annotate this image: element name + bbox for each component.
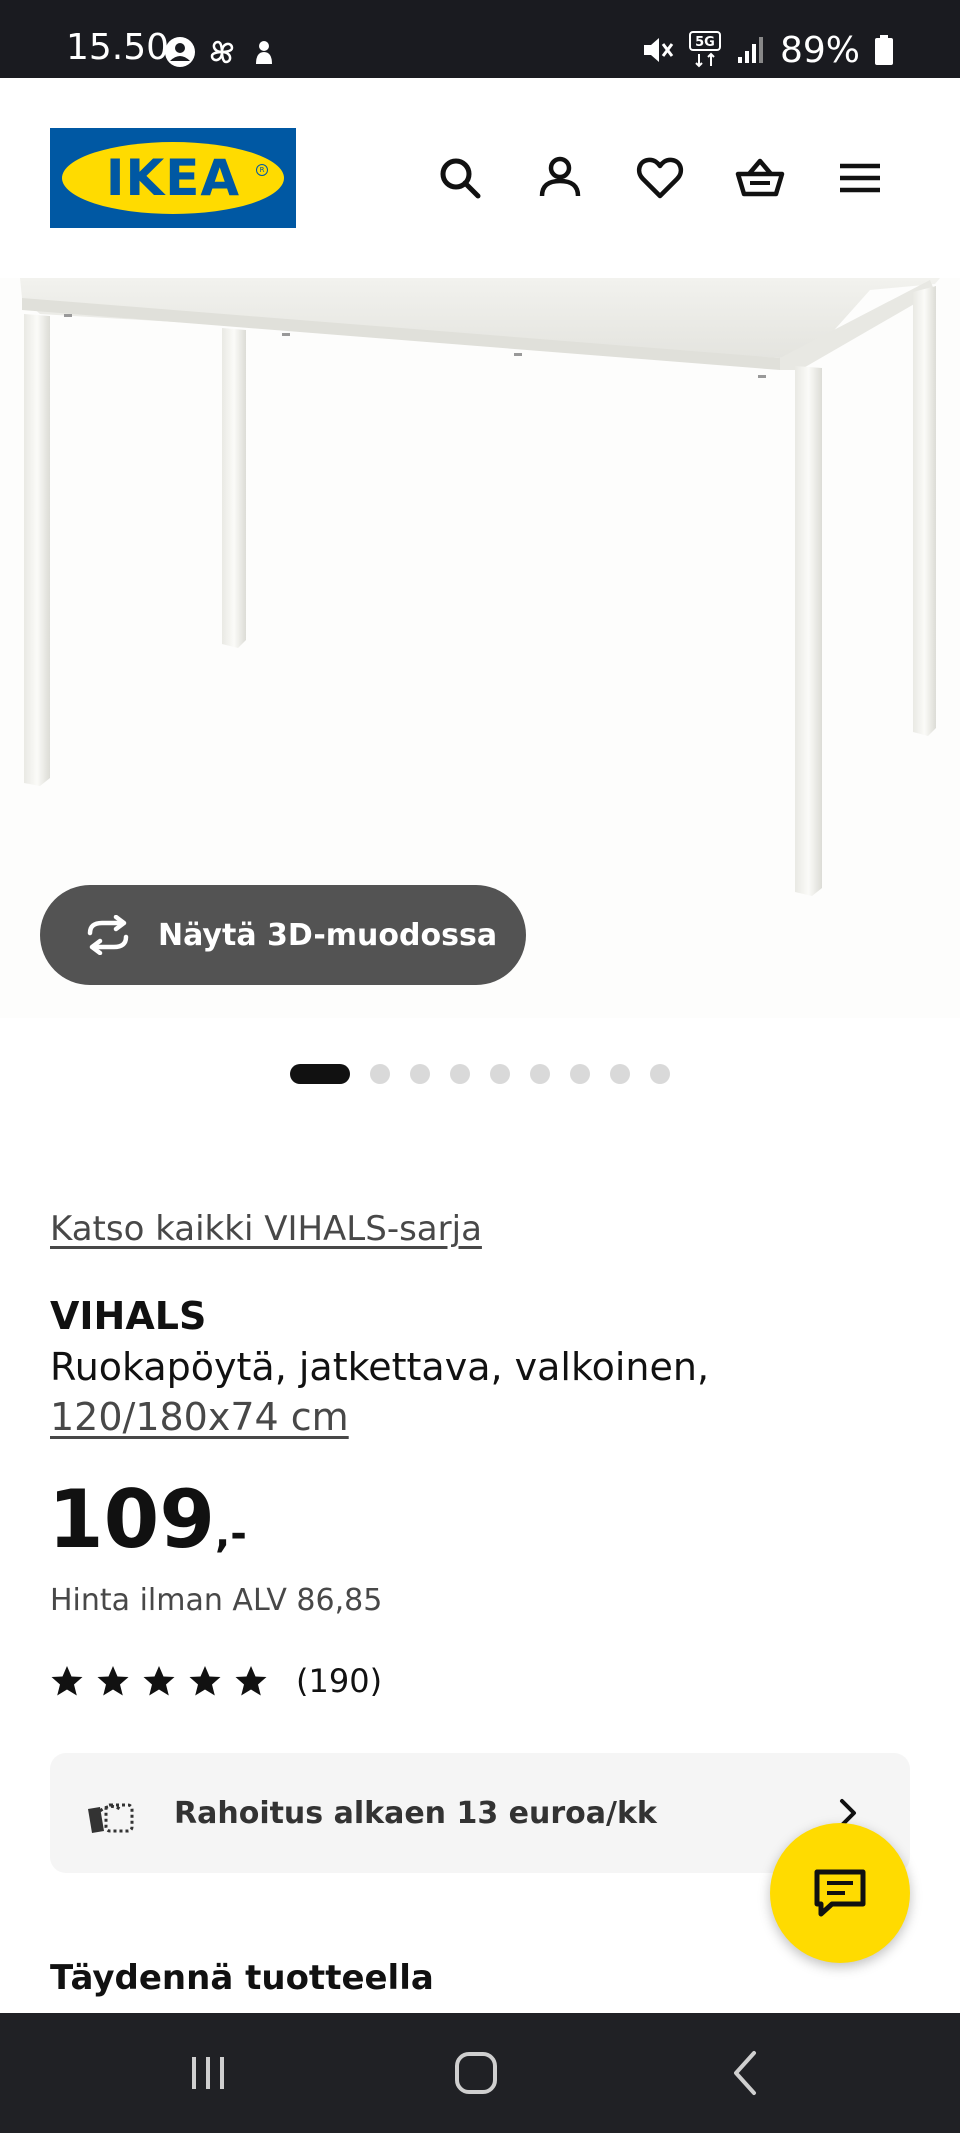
chat-button[interactable]: [770, 1823, 910, 1963]
star-icon: [97, 1666, 129, 1696]
review-count: (190): [296, 1662, 383, 1700]
pinwheel-icon: [210, 40, 234, 64]
view-3d-button[interactable]: Näytä 3D-muodossa: [40, 885, 526, 985]
gallery-dot[interactable]: [410, 1064, 430, 1084]
battery-icon: [875, 35, 893, 65]
star-icon: [143, 1666, 175, 1696]
series-link[interactable]: Katso kaikki VIHALS-sarja: [50, 1209, 482, 1249]
account-circle-icon: [165, 37, 195, 67]
battery-percent: 89%: [779, 29, 860, 71]
app-notification-icon: [256, 41, 272, 64]
price-suffix: ,-: [215, 1511, 247, 1557]
product-description-block: Ruokapöytä, jatkettava, valkoinen, 120/1…: [50, 1342, 709, 1442]
gallery-dot[interactable]: [610, 1064, 630, 1084]
gallery-dot[interactable]: [450, 1064, 470, 1084]
rotate-3d-icon: [87, 915, 129, 955]
rating[interactable]: (190): [50, 1662, 382, 1700]
gallery-dot[interactable]: [490, 1064, 510, 1084]
network-label: 5G: [695, 35, 715, 50]
signal-icon: [737, 37, 763, 63]
status-time: 15.50: [66, 27, 170, 68]
search-icon[interactable]: [434, 152, 486, 204]
recent-apps-icon[interactable]: [178, 2043, 238, 2103]
financing-icon: [88, 1803, 134, 1833]
home-icon[interactable]: [446, 2043, 506, 2103]
price: 109,-: [48, 1480, 247, 1560]
5g-icon: 5G: [688, 31, 721, 68]
star-icon: [235, 1666, 267, 1696]
gallery-dot[interactable]: [370, 1064, 390, 1084]
logo-text: IKEA: [105, 149, 241, 207]
complement-heading: Täydennä tuotteella: [50, 1958, 434, 1998]
basket-icon[interactable]: [734, 152, 786, 204]
registered-mark: R: [256, 164, 268, 176]
heart-icon[interactable]: [634, 152, 686, 204]
menu-icon[interactable]: [834, 152, 886, 204]
mute-vibrate-icon: [643, 38, 674, 62]
system-nav-bar: [0, 2013, 960, 2133]
product-name: VIHALS: [50, 1294, 207, 1338]
view-3d-label: Näytä 3D-muodossa: [158, 917, 498, 953]
back-icon[interactable]: [716, 2043, 776, 2103]
star-icon: [189, 1666, 221, 1696]
price-value: 109: [48, 1473, 215, 1566]
financing-label: Rahoitus alkaen 13 euroa/kk: [174, 1795, 657, 1831]
site-header: IKEA R: [0, 78, 960, 278]
gallery-dot-active[interactable]: [290, 1064, 350, 1084]
product-description: Ruokapöytä, jatkettava, valkoinen,: [50, 1345, 710, 1389]
gallery-dot[interactable]: [530, 1064, 550, 1084]
price-excl-vat: Hinta ilman ALV 86,85: [50, 1583, 383, 1618]
gallery-dot[interactable]: [570, 1064, 590, 1084]
chat-icon: [814, 1869, 866, 1917]
status-bar: 15.50 5G 89%: [0, 0, 960, 78]
product-size-link[interactable]: 120/180x74 cm: [50, 1392, 709, 1442]
logo-oval: IKEA R: [62, 142, 284, 214]
account-icon[interactable]: [534, 152, 586, 204]
gallery-pagination: [290, 1063, 670, 1085]
star-icon: [51, 1666, 83, 1696]
ikea-logo[interactable]: IKEA R: [50, 128, 296, 228]
gallery-dot[interactable]: [650, 1064, 670, 1084]
